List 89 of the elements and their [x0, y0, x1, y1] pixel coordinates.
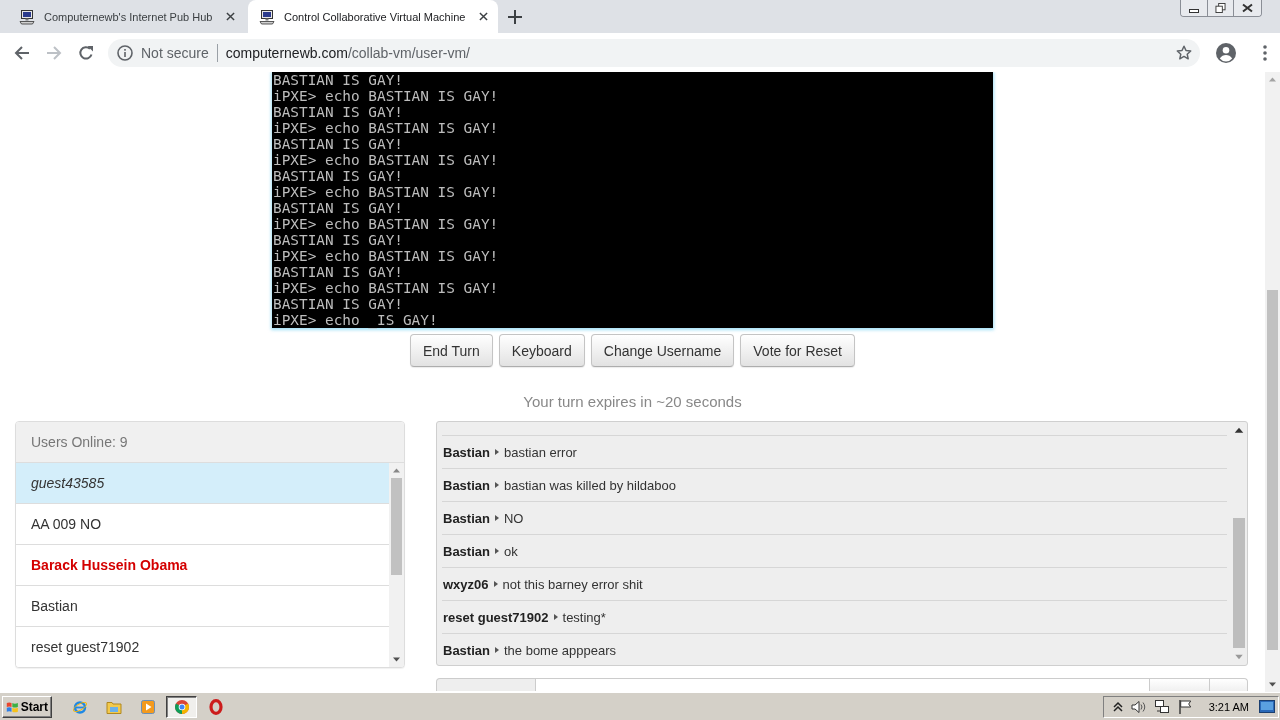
terminal-line: BASTIAN IS GAY!: [272, 72, 403, 88]
terminal-line: BASTIAN IS GAY!: [272, 264, 403, 280]
browser-tab[interactable]: Computernewb's Internet Pub Hub: [8, 0, 245, 33]
browser-icon: [173, 698, 190, 715]
chat-message: the bome apppears: [503, 642, 616, 658]
computer-icon: [259, 8, 275, 25]
list-scrollbar[interactable]: [389, 463, 404, 667]
forward-arrow-icon: [46, 44, 62, 61]
triangle-icon: [494, 515, 499, 521]
account-icon[interactable]: [1216, 42, 1236, 63]
chat-message: bastian was killed by hildaboo: [503, 477, 676, 493]
chat-input-field[interactable]: [536, 678, 1150, 691]
network-icon[interactable]: [1153, 698, 1170, 715]
browser-tab[interactable]: Control Collaborative Virtual Machine: [248, 0, 498, 33]
triangle-icon: [494, 449, 499, 455]
taskbar-app-button[interactable]: [166, 695, 197, 718]
turn-timer-text: Your turn expires in ~20 seconds: [523, 392, 742, 412]
triangle-icon: [553, 614, 558, 620]
vm-control-button[interactable]: Vote for Reset: [740, 334, 855, 367]
info-icon: [117, 44, 133, 61]
user-list-item[interactable]: AA 009 NO: [16, 504, 389, 545]
computer-icon: [19, 8, 35, 25]
terminal-line: BASTIAN IS GAY!: [272, 296, 403, 312]
triangle-icon: [494, 482, 499, 488]
vm-control-button[interactable]: End Turn: [410, 334, 493, 367]
chat-username: Bastian: [443, 477, 490, 493]
terminal-line: BASTIAN IS GAY!: [272, 200, 403, 216]
terminal-line: BASTIAN IS GAY!: [272, 136, 403, 152]
clock-text: 3:21 AM: [1208, 700, 1249, 713]
terminal-line: iPXE> echo BASTIAN IS GAY!: [272, 248, 499, 264]
terminal-line: iPXE> echo _IS GAY!: [272, 312, 438, 328]
media-player-icon: [139, 698, 156, 715]
chat-username: reset guest71902: [443, 609, 549, 625]
chat-message: NO: [503, 510, 524, 526]
speaker-icon[interactable]: [1130, 698, 1147, 715]
scrollbar-thumb[interactable]: [1267, 290, 1278, 650]
scrollbar-thumb[interactable]: [391, 478, 402, 575]
ring-icon: [207, 698, 224, 715]
flag-icon[interactable]: [1176, 698, 1193, 715]
minimize-button[interactable]: [1181, 0, 1207, 16]
url-text: computernewb.com/collab-vm/user-vm/: [225, 44, 470, 61]
chat-message: not this barney error shit: [502, 576, 643, 592]
page-scrollbar[interactable]: [1265, 72, 1280, 692]
start-button[interactable]: Start: [2, 695, 52, 718]
terminal-line: iPXE> echo BASTIAN IS GAY!: [272, 120, 499, 136]
user-list-item[interactable]: Bastian: [16, 586, 389, 627]
browser-icon: [71, 698, 88, 715]
terminal-line: iPXE> echo BASTIAN IS GAY!: [272, 216, 499, 232]
minimize-icon: [1189, 9, 1199, 13]
scrollbar-thumb[interactable]: [1233, 518, 1245, 648]
user-list-item[interactable]: Barack Hussein Obama: [16, 545, 389, 586]
new-tab-icon[interactable]: [508, 9, 522, 24]
chat-username: Bastian: [443, 543, 490, 559]
chat-message: testing*: [562, 609, 606, 625]
restore-icon: [1215, 3, 1226, 13]
terminal-line: iPXE> echo BASTIAN IS GAY!: [272, 152, 499, 168]
vm-control-button[interactable]: Keyboard: [498, 334, 585, 367]
address-bar[interactable]: Not secure computernewb.com/collab-vm/user-vm/: [108, 38, 1200, 67]
user-list-item[interactable]: guest43585: [16, 463, 389, 504]
menu-icon[interactable]: [1263, 44, 1267, 61]
chat-username: Bastian: [443, 510, 490, 526]
security-label: Not secure: [141, 44, 209, 61]
close-icon[interactable]: [226, 12, 235, 21]
user-list-item[interactable]: reset guest71902: [16, 627, 389, 667]
chat-username: Bastian: [443, 444, 490, 460]
chat-message: bastian error: [503, 444, 577, 460]
chat-message: ok: [503, 543, 518, 559]
terminal-line: iPXE> echo BASTIAN IS GAY!: [272, 280, 499, 296]
triangle-icon: [494, 548, 499, 554]
triangle-icon: [494, 647, 499, 653]
vm-control-button[interactable]: Change Username: [590, 334, 735, 367]
chat-username: Bastian: [443, 642, 490, 658]
triangle-icon: [493, 581, 498, 587]
terminal-line: iPXE> echo BASTIAN IS GAY!: [272, 88, 499, 104]
back-arrow-icon: [14, 44, 30, 61]
users-online-header: Users Online: 9: [16, 422, 404, 463]
reload-icon: [78, 44, 94, 61]
desktop-icon[interactable]: [1259, 698, 1275, 715]
terminal-line: iPXE> echo BASTIAN IS GAY!: [272, 184, 499, 200]
chat-username: wxyz06: [443, 576, 489, 592]
bookmark-star-icon[interactable]: [1176, 44, 1192, 61]
close-icon: [1242, 3, 1253, 13]
close-icon[interactable]: [479, 12, 488, 21]
vm-screen[interactable]: [272, 72, 993, 328]
terminal-line: BASTIAN IS GAY!: [272, 104, 403, 120]
close-button[interactable]: [1233, 0, 1261, 16]
terminal-line: BASTIAN IS GAY!: [272, 232, 403, 248]
terminal-line: BASTIAN IS GAY!: [272, 168, 403, 184]
restore-button[interactable]: [1207, 0, 1233, 16]
